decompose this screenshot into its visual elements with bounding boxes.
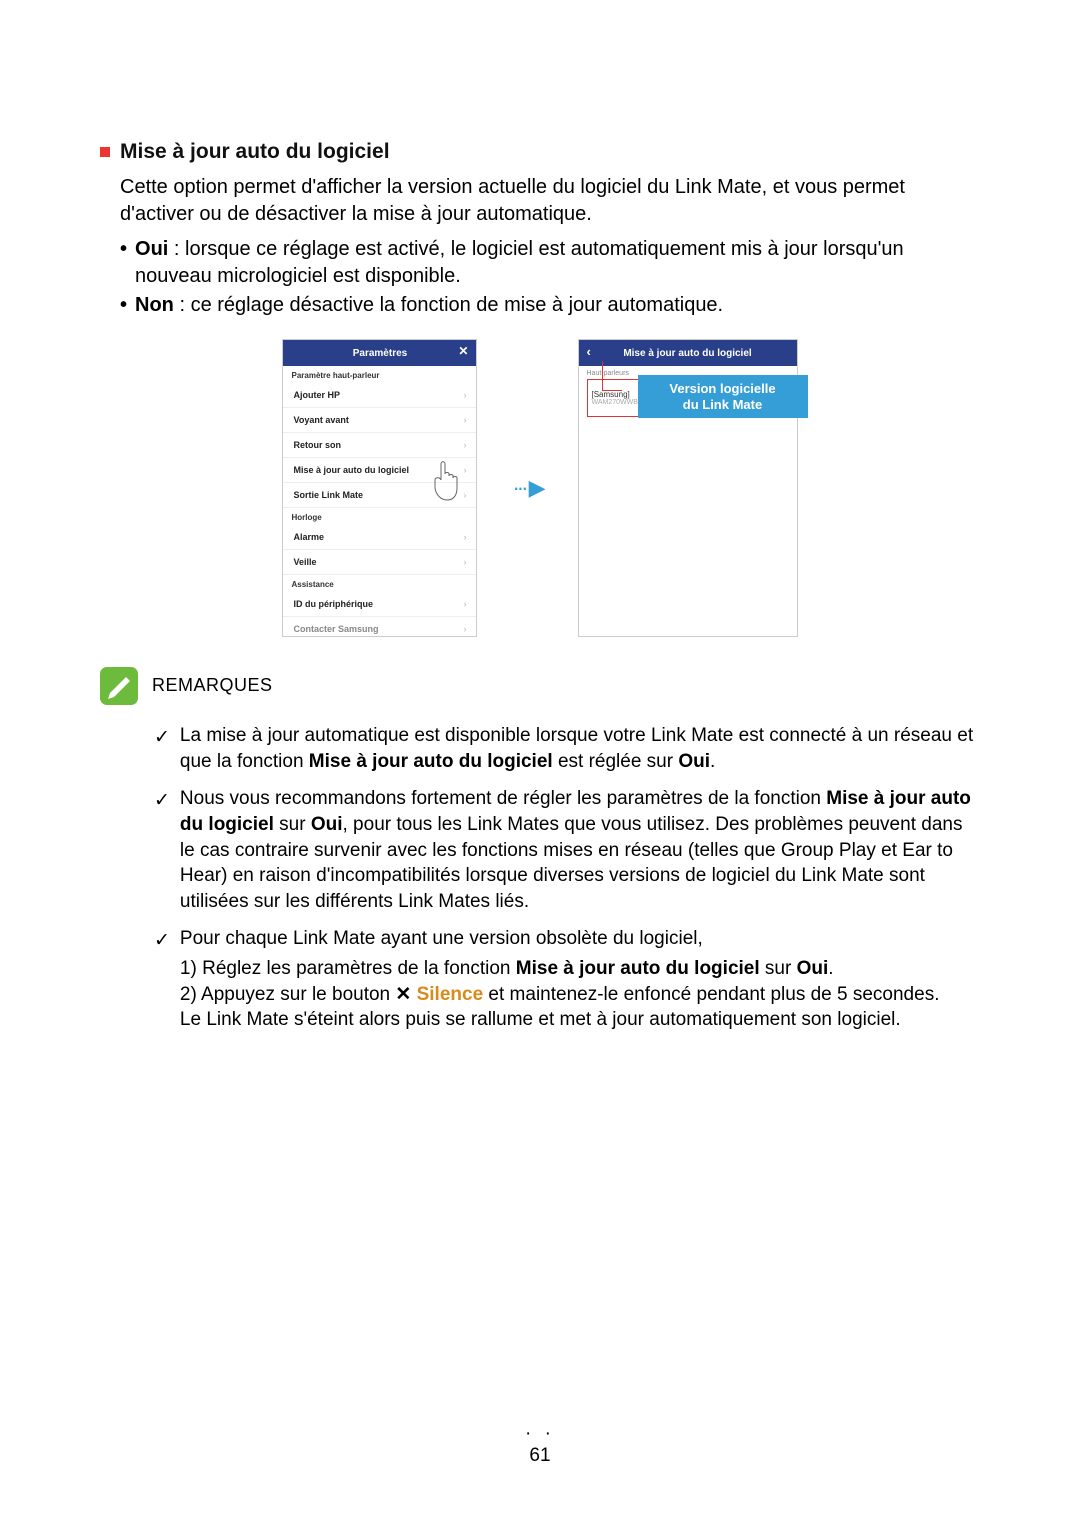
checkmark-icon: ✓ <box>154 928 170 1033</box>
remarks-header: REMARQUES <box>100 667 980 705</box>
text: est réglée sur <box>553 751 679 772</box>
text: Pour chaque Link Mate ayant une version … <box>180 928 703 949</box>
callout-label: Version logicielle du Link Mate <box>638 375 808 418</box>
remark-2: ✓ Nous vous recommandons fortement de ré… <box>154 786 980 914</box>
chevron-right-icon: › <box>463 624 466 634</box>
non-label: Non <box>135 294 174 316</box>
silence-label: Silence <box>417 984 484 1005</box>
row-label: Retour son <box>293 440 341 450</box>
chevron-right-icon: › <box>463 599 466 609</box>
text: 2) Appuyez sur le bouton <box>180 984 395 1005</box>
screenshot-settings: Paramètres ✕ Paramètre haut-parleur Ajou… <box>282 339 477 637</box>
row-label: Voyant avant <box>293 415 348 425</box>
chevron-right-icon: › <box>463 465 466 475</box>
row-device-id[interactable]: ID du périphérique › <box>283 592 476 617</box>
row-retour-son[interactable]: Retour son › <box>283 433 476 458</box>
text: sur <box>760 958 797 979</box>
row-contacter[interactable]: Contacter Samsung › <box>283 617 476 636</box>
remarks-title: REMARQUES <box>152 667 273 696</box>
row-add-hp[interactable]: Ajouter HP › <box>283 383 476 408</box>
page-footer: · · 61 <box>0 1423 1080 1467</box>
settings-header: Paramètres ✕ <box>283 340 476 366</box>
checkmark-icon: ✓ <box>154 788 170 914</box>
row-label: Contacter Samsung <box>293 624 378 634</box>
chevron-right-icon: › <box>463 557 466 567</box>
page-dots: · · <box>525 1423 555 1444</box>
section-title-text: Mise à jour auto du logiciel <box>120 140 390 164</box>
chevron-right-icon: › <box>463 490 466 500</box>
callout-text-1: Version logicielle <box>669 381 775 396</box>
row-alarme[interactable]: Alarme › <box>283 525 476 550</box>
text: sur <box>274 814 311 835</box>
checkmark-icon: ✓ <box>154 725 170 774</box>
screenshot-auto-update: ‹ Mise à jour auto du logiciel Haut-parl… <box>578 339 798 637</box>
chevron-right-icon: › <box>463 532 466 542</box>
section-clock-label: Horloge <box>283 508 476 525</box>
section-assist-label: Assistance <box>283 575 476 592</box>
page-number: 61 <box>529 1445 550 1466</box>
row-voyant[interactable]: Voyant avant › <box>283 408 476 433</box>
option-non: • Non : ce réglage désactive la fonction… <box>120 292 980 319</box>
text: Le Link Mate s'éteint alors puis se rall… <box>180 1009 901 1030</box>
text: Nous vous recommandons fortement de régl… <box>180 788 826 809</box>
text-bold: Oui <box>678 751 710 772</box>
remark-3: ✓ Pour chaque Link Mate ayant une versio… <box>154 926 980 1033</box>
settings-title: Paramètres <box>353 348 407 359</box>
remarks-list: ✓ La mise à jour automatique est disponi… <box>154 723 980 1033</box>
text-bold: Oui <box>797 958 829 979</box>
notes-icon <box>100 667 138 705</box>
text: 1) Réglez les paramètres de la fonction <box>180 958 516 979</box>
row-veille[interactable]: Veille › <box>283 550 476 575</box>
update-title: Mise à jour auto du logiciel <box>623 348 751 359</box>
row-label: ID du périphérique <box>293 599 373 609</box>
chevron-right-icon: › <box>463 415 466 425</box>
row-label: Alarme <box>293 532 324 542</box>
mute-icon: ✕ <box>395 984 411 1005</box>
close-icon[interactable]: ✕ <box>458 344 468 358</box>
arrow-right-icon: ··· ▶ <box>512 475 542 501</box>
option-oui: • Oui : lorsque ce réglage est activé, l… <box>120 236 980 290</box>
row-sortie[interactable]: Sortie Link Mate › <box>283 483 476 508</box>
back-icon[interactable]: ‹ <box>587 344 591 359</box>
oui-label: Oui <box>135 238 168 260</box>
options-list: • Oui : lorsque ce réglage est activé, l… <box>120 236 980 319</box>
chevron-right-icon: › <box>463 390 466 400</box>
row-auto-update[interactable]: Mise à jour auto du logiciel › <box>283 458 476 483</box>
text: . <box>828 958 833 979</box>
screenshots-row: Paramètres ✕ Paramètre haut-parleur Ajou… <box>100 339 980 637</box>
bullet-dot-icon: • <box>120 236 127 290</box>
text: et maintenez-le enfoncé pendant plus de … <box>483 984 939 1005</box>
row-label: Ajouter HP <box>293 390 340 400</box>
text-bold: Mise à jour auto du logiciel <box>516 958 760 979</box>
row-label: Sortie Link Mate <box>293 490 363 500</box>
section-heading: Mise à jour auto du logiciel <box>100 140 980 164</box>
intro-paragraph: Cette option permet d'afficher la versio… <box>120 174 980 228</box>
callout-line <box>602 361 622 391</box>
text-bold: Mise à jour auto du logiciel <box>309 751 553 772</box>
chevron-right-icon: › <box>463 440 466 450</box>
row-label: Veille <box>293 557 316 567</box>
text: . <box>710 751 715 772</box>
callout-text-2: du Link Mate <box>683 397 762 412</box>
oui-text: : lorsque ce réglage est activé, le logi… <box>135 238 904 287</box>
non-text: : ce réglage désactive la fonction de mi… <box>174 294 723 316</box>
red-bullet-icon <box>100 147 110 157</box>
remark-1: ✓ La mise à jour automatique est disponi… <box>154 723 980 774</box>
text-bold: Oui <box>311 814 343 835</box>
bullet-dot-icon: • <box>120 292 127 319</box>
row-label: Mise à jour auto du logiciel <box>293 465 409 475</box>
section-speaker-label: Paramètre haut-parleur <box>283 366 476 383</box>
